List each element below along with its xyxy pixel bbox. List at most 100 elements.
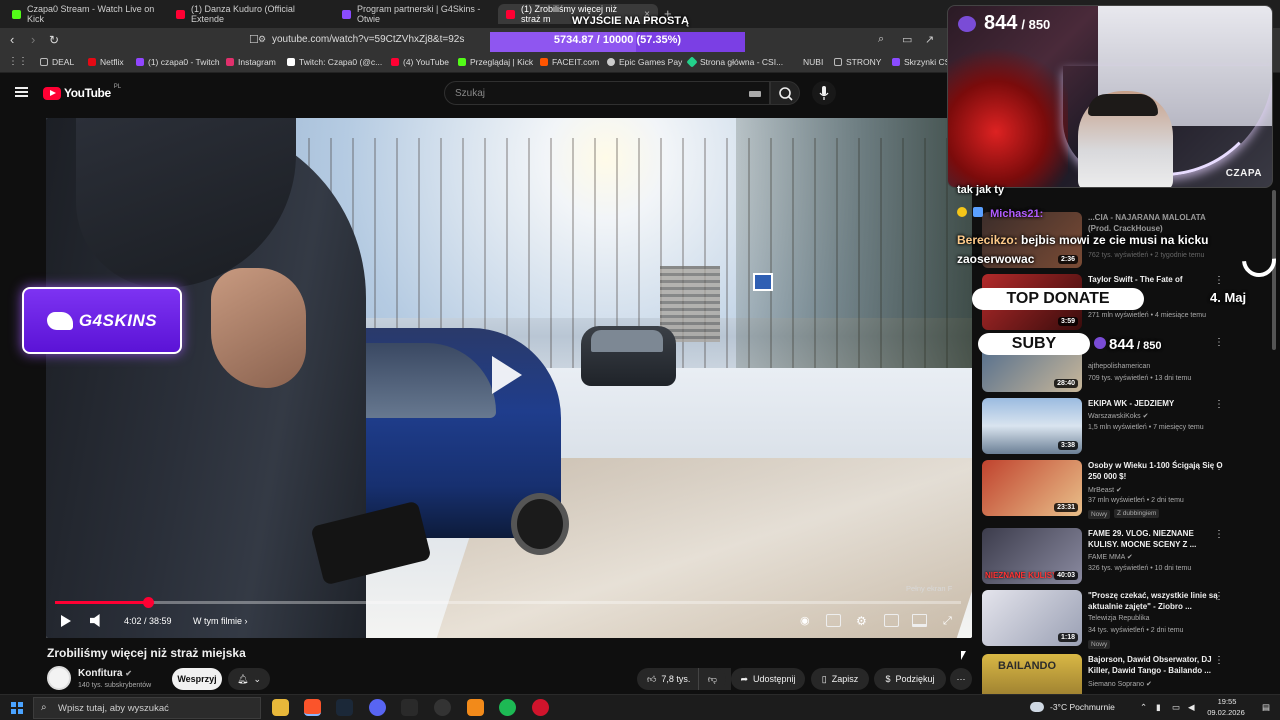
search-button[interactable] xyxy=(770,81,800,105)
bookmark-label: Twitch: Czapa0 (@c... xyxy=(299,57,383,67)
badge-icon xyxy=(957,207,967,217)
notifications-icon[interactable]: ▤ xyxy=(1262,702,1270,713)
steam-icon[interactable] xyxy=(336,699,353,716)
video-player[interactable]: Pełny ekran F xyxy=(46,118,972,638)
opera-gx-icon[interactable] xyxy=(532,699,549,716)
bookmark-item[interactable]: (1) czapa0 - Twitch xyxy=(136,57,220,67)
share-icon[interactable]: ↗ xyxy=(925,33,934,46)
recommendation-item[interactable]: 23:31 Osoby w Wieku 1-100 Ścigają Się O … xyxy=(982,460,1272,520)
menu-icon[interactable] xyxy=(15,87,28,97)
taskbar-search-input[interactable]: ⌕ Wpisz tutaj, aby wyszukać xyxy=(33,697,261,719)
settings-icon[interactable]: ⚙ xyxy=(856,614,867,628)
bookmark-item[interactable]: (4) YouTube xyxy=(391,57,449,67)
bookmark-item[interactable]: DEAL xyxy=(40,57,74,67)
bookmark-item[interactable]: Epic Games Pay xyxy=(607,57,682,67)
tab-label: (1) Danza Kuduro (Official Extende xyxy=(191,4,295,24)
bookmark-item[interactable]: STRONY xyxy=(834,57,881,67)
thanks-label: Podziękuj xyxy=(895,674,935,684)
rec-duration: 28:40 xyxy=(1054,379,1078,388)
youtube-logo[interactable]: YouTube PL xyxy=(43,84,121,100)
apps-grid-icon[interactable]: ⋮⋮ xyxy=(8,56,28,67)
folder-icon xyxy=(40,58,48,66)
more-icon[interactable]: ⋮ xyxy=(1214,337,1224,348)
more-icon[interactable]: ⋮ xyxy=(1214,591,1224,602)
weather-text[interactable]: -3°C Pochmurnie xyxy=(1050,702,1115,712)
channel-avatar[interactable] xyxy=(47,666,71,690)
more-icon[interactable]: ⋮ xyxy=(1214,655,1224,666)
site-settings-icon[interactable]: ⚙ xyxy=(258,34,266,45)
recommendation-item[interactable]: BAILANDO Bajorson, Dawid Obserwator, DJ … xyxy=(982,654,1272,694)
bookmark-item[interactable]: NUBI xyxy=(803,57,823,67)
donation-goal-bar: 5734.87 / 10000 (57.35%) xyxy=(490,32,745,52)
forward-icon[interactable]: › xyxy=(31,33,35,47)
windows-start-icon[interactable] xyxy=(11,702,23,714)
volume-icon[interactable]: ◀︎ xyxy=(1188,702,1195,713)
reload-icon[interactable]: ↻ xyxy=(49,33,59,47)
keyboard-icon[interactable] xyxy=(749,91,761,97)
rec-meta: 709 tys. wyświetleń • 13 dni temu xyxy=(1088,375,1192,382)
support-button[interactable]: Wesprzyj xyxy=(172,668,222,690)
epic-games-icon[interactable] xyxy=(401,699,418,716)
verified-icon: ✔ xyxy=(1116,487,1122,494)
more-actions-button[interactable]: ⋯ xyxy=(950,668,972,690)
autoplay-toggle[interactable]: ◉ xyxy=(800,614,810,628)
rec-thumbnail: 1:18 xyxy=(982,590,1082,646)
bookmark-label: (4) YouTube xyxy=(403,57,449,67)
save-button[interactable]: ▯ Zapisz xyxy=(811,668,869,690)
tray-chevron-icon[interactable]: ⌃ xyxy=(1140,702,1147,713)
subtitles-icon[interactable] xyxy=(826,614,841,627)
recommendation-item[interactable]: NIEZNANE KULISY 40:03 FAME 29. VLOG. NIE… xyxy=(982,528,1272,588)
bookmark-item[interactable]: Przeglądaj | Kick xyxy=(458,57,533,67)
bookmark-item[interactable]: FACEIT.com xyxy=(540,57,599,67)
more-icon[interactable]: ⋮ xyxy=(1214,461,1224,472)
bookmark-item[interactable]: Twitch: Czapa0 (@c... xyxy=(287,57,382,67)
cast-icon[interactable] xyxy=(912,614,927,627)
search-input[interactable]: Szukaj xyxy=(444,81,770,105)
cast-icon[interactable]: ▭ xyxy=(902,33,912,46)
browser-tab[interactable]: Czapa0 Stream - Watch Live on Kick xyxy=(4,4,172,24)
epic-games-icon xyxy=(607,58,615,66)
channel-name[interactable]: Konfitura ✔ xyxy=(78,668,132,679)
spotify-icon[interactable] xyxy=(499,699,516,716)
recommendation-item[interactable]: 1:18 "Proszę czekać, wszystkie linie są … xyxy=(982,590,1272,650)
back-icon[interactable]: ‹ xyxy=(10,33,14,47)
microphone-icon[interactable]: ▮ xyxy=(1156,702,1161,713)
brave-browser-icon[interactable] xyxy=(304,699,321,716)
url-field[interactable]: youtube.com/watch?v=59CtZVhxZj8&t=92s xyxy=(272,32,464,48)
save-label: Zapisz xyxy=(831,674,859,684)
notifications-button[interactable]: 🔔︎ ⌄ xyxy=(228,668,270,690)
network-icon[interactable]: ▭ xyxy=(1172,702,1180,713)
file-explorer-icon[interactable] xyxy=(272,699,289,716)
video-progress-bar[interactable] xyxy=(55,597,961,608)
clock-date[interactable]: 09.02.2026 xyxy=(1203,708,1249,717)
bookmark-item[interactable]: Strona główna - CSI... xyxy=(686,56,783,68)
webcam-red-light xyxy=(948,46,1068,187)
tab-label: Program partnerski | G4Skins - Otwie xyxy=(357,4,481,24)
more-icon[interactable]: ⋮ xyxy=(1214,529,1224,540)
bookmark-item[interactable]: Skrzynki CS xyxy=(892,57,950,67)
discord-icon[interactable] xyxy=(369,699,386,716)
browser-tab[interactable]: Program partnerski | G4Skins - Otwie xyxy=(334,4,494,24)
app-icon[interactable] xyxy=(467,699,484,716)
play-icon[interactable] xyxy=(492,356,522,394)
browser-tab[interactable]: (1) Danza Kuduro (Official Extende xyxy=(168,4,334,24)
voice-search-button[interactable] xyxy=(812,81,836,105)
more-icon[interactable]: ⋮ xyxy=(1214,275,1224,286)
bookmark-label: FACEIT.com xyxy=(552,57,600,67)
zoom-icon[interactable]: ⌕ xyxy=(878,33,884,46)
more-icon[interactable]: ⋮ xyxy=(1214,399,1224,410)
obs-icon[interactable] xyxy=(434,699,451,716)
clock-time[interactable]: 19:55 xyxy=(1212,697,1242,706)
share-button[interactable]: ➦ Udostępnij xyxy=(731,668,805,690)
recommendation-item[interactable]: 3:38 EKIPA WK - JEDZIEMY WarszawskiKoks … xyxy=(982,398,1272,458)
chapter-button[interactable]: W tym filmie › xyxy=(193,614,248,628)
thanks-button[interactable]: $ Podziękuj xyxy=(874,668,946,690)
weather-icon[interactable] xyxy=(1030,702,1044,712)
bookmark-item[interactable]: Netflix xyxy=(88,57,124,67)
bookmark-item[interactable]: Instagram xyxy=(226,57,276,67)
dislike-button[interactable]: 👎︎ xyxy=(698,668,726,690)
bookmark-label: STRONY xyxy=(846,57,882,67)
miniplayer-icon[interactable] xyxy=(884,614,899,627)
fullscreen-icon[interactable]: ⤢ xyxy=(943,614,952,628)
play-button[interactable] xyxy=(61,615,71,627)
